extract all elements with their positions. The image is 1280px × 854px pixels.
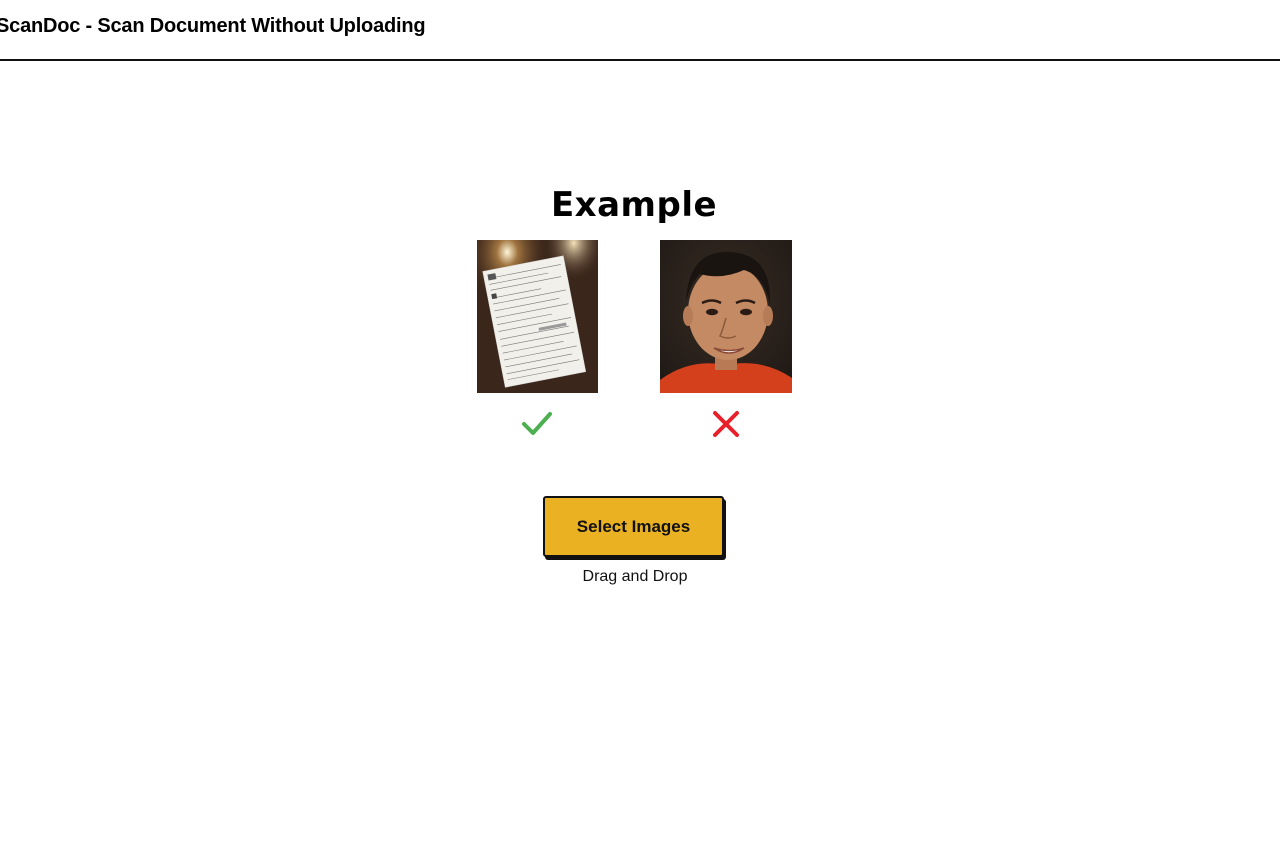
check-icon [521,409,553,439]
header-bar: ScanDoc - Scan Document Without Uploadin… [0,0,1280,61]
app-title: ScanDoc - Scan Document Without Uploadin… [0,15,426,37]
example-heading: Example [550,185,718,225]
face-example-image [660,240,792,393]
drag-and-drop-hint: Drag and Drop [582,568,688,585]
document-example-image [477,240,598,393]
select-images-button[interactable]: Select Images [543,496,724,557]
cross-icon [710,409,742,439]
